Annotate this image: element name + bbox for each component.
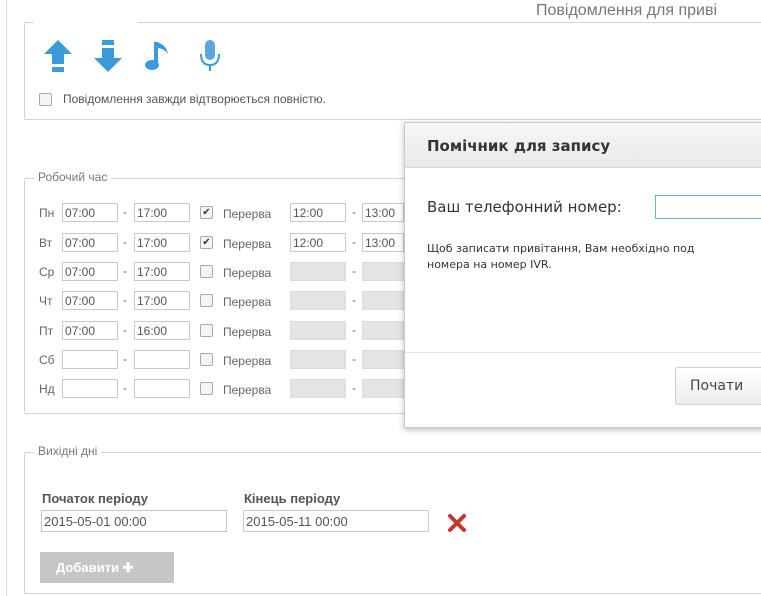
break-checkbox[interactable] bbox=[200, 382, 213, 395]
range-dash: - bbox=[123, 293, 127, 307]
message-settings-legend-gap bbox=[34, 14, 138, 30]
music-note-icon[interactable] bbox=[142, 38, 174, 74]
break-to-input[interactable]: 13:00 bbox=[362, 233, 404, 252]
break-to-input[interactable] bbox=[362, 291, 404, 310]
add-holiday-button[interactable]: Добавити ✚ bbox=[40, 552, 174, 583]
range-dash: - bbox=[123, 205, 127, 219]
work-from-input[interactable] bbox=[62, 379, 118, 398]
break-label: Перерва bbox=[223, 383, 272, 397]
break-from-input[interactable] bbox=[290, 321, 346, 340]
break-from-input[interactable]: 12:00 bbox=[290, 203, 346, 222]
break-checkbox[interactable] bbox=[200, 294, 213, 307]
range-dash: - bbox=[123, 323, 127, 337]
dialog-title: Помічник для запису bbox=[427, 137, 611, 155]
break-checkbox[interactable]: ✔ bbox=[200, 206, 213, 219]
break-to-input[interactable] bbox=[362, 321, 404, 340]
start-recording-button[interactable]: Почати bbox=[675, 367, 761, 405]
break-label: Перерва bbox=[223, 354, 272, 368]
period-end-header: Кінець періоду bbox=[244, 491, 341, 506]
range-dash: - bbox=[352, 323, 356, 337]
period-start-header: Початок періоду bbox=[42, 491, 149, 506]
day-label: Чт bbox=[39, 294, 53, 308]
holidays-legend: Вихідні дні bbox=[34, 444, 102, 458]
range-dash: - bbox=[123, 352, 127, 366]
dialog-header[interactable]: Помічник для запису bbox=[405, 123, 761, 168]
break-from-input[interactable]: 12:00 bbox=[290, 233, 346, 252]
range-dash: - bbox=[352, 235, 356, 249]
full-play-checkbox[interactable] bbox=[39, 93, 52, 106]
break-checkbox[interactable] bbox=[200, 265, 213, 278]
work-to-input[interactable]: 17:00 bbox=[134, 233, 190, 252]
break-checkbox[interactable] bbox=[200, 353, 213, 366]
range-dash: - bbox=[352, 352, 356, 366]
break-to-input[interactable] bbox=[362, 379, 404, 398]
work-hours-legend: Робочий час bbox=[34, 170, 112, 184]
delete-period-icon[interactable] bbox=[446, 512, 468, 534]
work-to-input[interactable]: 17:00 bbox=[134, 203, 190, 222]
range-dash: - bbox=[123, 264, 127, 278]
full-play-label: Повідомлення завжди відтворюється повніс… bbox=[63, 92, 327, 106]
page-title: Повідомлення для приві bbox=[536, 2, 718, 19]
work-to-input[interactable] bbox=[134, 350, 190, 369]
break-to-input[interactable] bbox=[362, 350, 404, 369]
break-checkbox[interactable]: ✔ bbox=[200, 236, 213, 249]
break-to-input[interactable]: 13:00 bbox=[362, 203, 404, 222]
work-from-input[interactable] bbox=[62, 350, 118, 369]
break-label: Перерва bbox=[223, 207, 272, 221]
work-from-input[interactable]: 07:00 bbox=[62, 262, 118, 281]
day-label: Ср bbox=[39, 265, 55, 279]
phone-input[interactable] bbox=[655, 195, 761, 219]
dialog-footer-divider bbox=[405, 352, 761, 353]
range-dash: - bbox=[352, 205, 356, 219]
work-to-input[interactable]: 17:00 bbox=[134, 262, 190, 281]
phone-label: Ваш телефонний номер: bbox=[427, 198, 622, 216]
dialog-info-text: Щоб записати привітання, Вам необхідно п… bbox=[427, 241, 761, 273]
work-to-input[interactable]: 17:00 bbox=[134, 291, 190, 310]
work-from-input[interactable]: 07:00 bbox=[62, 233, 118, 252]
day-label: Нд bbox=[39, 382, 55, 396]
break-from-input[interactable] bbox=[290, 262, 346, 281]
break-from-input[interactable] bbox=[290, 291, 346, 310]
break-from-input[interactable] bbox=[290, 350, 346, 369]
work-from-input[interactable]: 07:00 bbox=[62, 321, 118, 340]
period-start-input[interactable]: 2015-05-01 00:00 bbox=[41, 510, 227, 532]
range-dash: - bbox=[352, 381, 356, 395]
break-to-input[interactable] bbox=[362, 262, 404, 281]
work-to-input[interactable] bbox=[134, 379, 190, 398]
day-label: Сб bbox=[39, 353, 55, 367]
dialog-info-line-2: номера на номер IVR. bbox=[427, 258, 552, 271]
microphone-icon[interactable] bbox=[194, 38, 226, 74]
range-dash: - bbox=[352, 264, 356, 278]
recording-helper-dialog: Помічник для запису Ваш телефонний номер… bbox=[404, 122, 761, 428]
range-dash: - bbox=[352, 293, 356, 307]
work-from-input[interactable]: 07:00 bbox=[62, 203, 118, 222]
break-from-input[interactable] bbox=[290, 379, 346, 398]
day-label: Пн bbox=[39, 206, 55, 220]
period-end-input[interactable]: 2015-05-11 00:00 bbox=[243, 510, 429, 532]
arrow-down-icon[interactable] bbox=[92, 38, 124, 74]
work-from-input[interactable]: 07:00 bbox=[62, 291, 118, 310]
dialog-info-line-1: Щоб записати привітання, Вам необхідно п… bbox=[427, 242, 695, 255]
break-label: Перерва bbox=[223, 325, 272, 339]
break-label: Перерва bbox=[223, 295, 272, 309]
range-dash: - bbox=[123, 235, 127, 249]
arrow-up-icon[interactable] bbox=[42, 38, 74, 74]
break-checkbox[interactable] bbox=[200, 324, 213, 337]
work-to-input[interactable]: 16:00 bbox=[134, 321, 190, 340]
day-label: Вт bbox=[39, 236, 53, 250]
break-label: Перерва bbox=[223, 266, 272, 280]
break-label: Перерва bbox=[223, 237, 272, 251]
range-dash: - bbox=[123, 381, 127, 395]
day-label: Пт bbox=[39, 324, 54, 338]
